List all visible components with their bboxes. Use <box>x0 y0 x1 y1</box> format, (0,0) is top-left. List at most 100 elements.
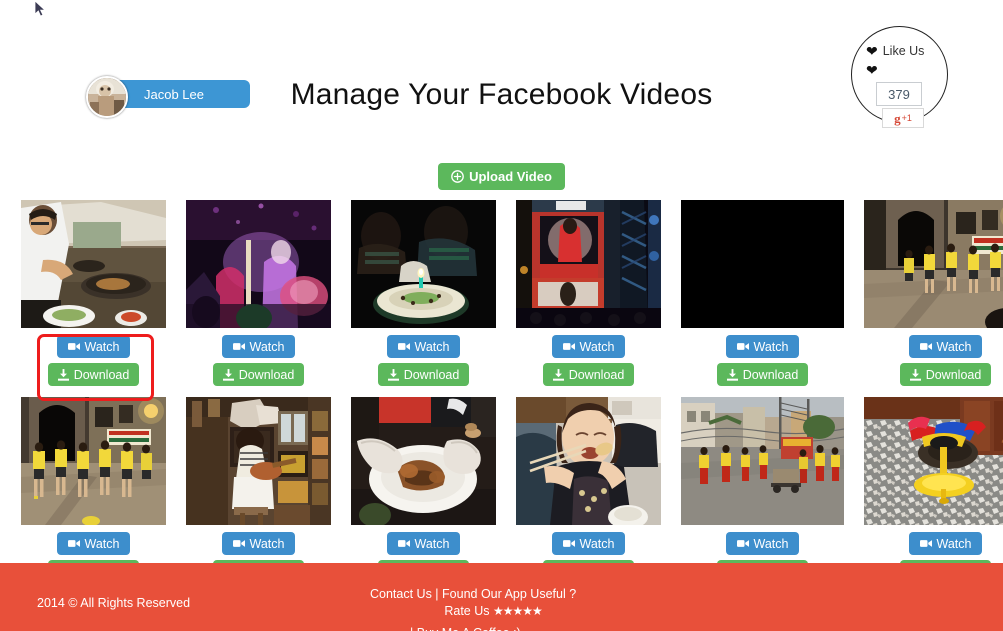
watch-label: Watch <box>84 536 120 551</box>
footer-center-block: Contact Us | Found Our App Useful ? Rate… <box>370 586 576 631</box>
video-card-street-procession-day: Watch Download <box>681 397 844 583</box>
google-plus-g-icon: g <box>894 110 901 126</box>
video-thumbnail[interactable] <box>516 397 661 525</box>
download-icon <box>726 368 738 381</box>
video-card-guitar-player-shop: Watch Download <box>186 397 331 583</box>
video-thumbnail[interactable] <box>864 200 1003 328</box>
video-row-1: Watch Download Watch Download Watch Down… <box>0 200 1003 386</box>
download-icon <box>552 368 564 381</box>
video-thumbnail[interactable] <box>351 397 496 525</box>
watch-button[interactable]: Watch <box>56 532 131 555</box>
video-card-spinning-toy-top: Watch Download <box>864 397 1003 583</box>
like-us-row[interactable]: ❤ Like Us <box>866 44 924 58</box>
video-camera-icon <box>562 539 575 548</box>
video-camera-icon <box>736 539 749 548</box>
watch-button[interactable]: Watch <box>908 335 983 358</box>
video-thumbnail[interactable] <box>186 200 331 328</box>
video-card-concert-stage-screen: Watch Download <box>516 200 661 386</box>
video-thumbnail[interactable] <box>681 200 844 328</box>
video-thumbnail[interactable] <box>681 397 844 525</box>
video-grid: Watch Download Watch Download Watch Down… <box>0 200 1003 583</box>
watch-button[interactable]: Watch <box>221 532 296 555</box>
watch-button[interactable]: Watch <box>725 532 800 555</box>
download-button[interactable]: Download <box>716 363 809 386</box>
watch-button[interactable]: Watch <box>221 335 296 358</box>
rate-us-label: Rate Us <box>444 604 490 618</box>
watch-label: Watch <box>414 339 450 354</box>
video-camera-icon <box>736 342 749 351</box>
footer-line-contact: Contact Us | Found Our App Useful ? <box>370 586 576 603</box>
footer-copyright: 2014 © All Rights Reserved <box>37 596 191 610</box>
video-camera-icon <box>397 342 410 351</box>
video-card-woman-eating-chopsticks: Watch Download <box>516 397 661 583</box>
video-thumbnail[interactable] <box>864 397 1003 525</box>
contact-us-link[interactable]: Contact Us | <box>370 587 439 601</box>
watch-button[interactable]: Watch <box>725 335 800 358</box>
video-camera-icon <box>562 342 575 351</box>
watch-label: Watch <box>579 536 615 551</box>
download-icon <box>909 368 921 381</box>
heart-icon-secondary: ❤ <box>866 62 878 78</box>
plus-circle-icon <box>451 170 464 183</box>
video-thumbnail[interactable] <box>186 397 331 525</box>
avatar[interactable] <box>86 76 128 118</box>
download-label: Download <box>73 367 130 382</box>
download-icon <box>387 368 399 381</box>
social-widget: ❤ Like Us ❤ 379 g +1 <box>851 26 948 128</box>
google-plus-one-label: +1 <box>901 112 912 123</box>
download-button[interactable]: Download <box>212 363 305 386</box>
watch-button[interactable]: Watch <box>908 532 983 555</box>
video-camera-icon <box>232 539 245 548</box>
video-actions: Watch Download <box>21 328 166 386</box>
download-button[interactable]: Download <box>899 363 992 386</box>
video-card-street-dance-night: Watch Download <box>21 397 166 583</box>
rating-stars-icon[interactable]: ★★★★★ <box>493 604 543 618</box>
watch-label: Watch <box>753 339 789 354</box>
download-label: Download <box>925 367 982 382</box>
page-header: Jacob Lee Manage Your Facebook Videos ❤ … <box>0 0 1003 150</box>
video-camera-icon <box>919 539 932 548</box>
video-actions: Watch Download <box>186 328 331 386</box>
watch-button[interactable]: Watch <box>386 532 461 555</box>
watch-button[interactable]: Watch <box>56 335 131 358</box>
video-card-night-crowd-parade: Watch Download <box>186 200 331 386</box>
download-button[interactable]: Download <box>47 363 140 386</box>
video-card-yellow-shirt-dancers: Watch Download <box>864 200 1003 386</box>
page-footer: 2014 © All Rights Reserved Contact Us | … <box>0 563 1003 631</box>
video-thumbnail[interactable] <box>516 200 661 328</box>
download-label: Download <box>238 367 295 382</box>
google-plus-one-button[interactable]: g +1 <box>882 108 924 128</box>
video-card-seafood-plate-hands: Watch Download <box>351 397 496 583</box>
video-thumbnail[interactable] <box>21 200 166 328</box>
watch-label: Watch <box>84 339 120 354</box>
like-count-bubble: 379 <box>876 82 922 106</box>
video-actions: Watch Download <box>864 328 1003 386</box>
download-button[interactable]: Download <box>542 363 635 386</box>
video-thumbnail[interactable] <box>21 397 166 525</box>
like-us-label: Like Us <box>882 44 925 58</box>
watch-button[interactable]: Watch <box>386 335 461 358</box>
video-card-street-food-cook: Watch Download <box>21 200 166 386</box>
page-root: Jacob Lee Manage Your Facebook Videos ❤ … <box>0 0 1003 631</box>
watch-label: Watch <box>249 339 285 354</box>
download-label: Download <box>568 367 625 382</box>
video-card-birthday-cake-candle: Watch Download <box>351 200 496 386</box>
video-camera-icon <box>232 342 245 351</box>
video-camera-icon <box>67 342 80 351</box>
download-icon <box>57 368 69 381</box>
watch-label: Watch <box>936 536 972 551</box>
upload-video-button[interactable]: Upload Video <box>438 163 565 190</box>
download-button[interactable]: Download <box>377 363 470 386</box>
avatar-image <box>88 78 126 116</box>
watch-label: Watch <box>936 339 972 354</box>
video-camera-icon <box>919 342 932 351</box>
watch-button[interactable]: Watch <box>551 335 626 358</box>
watch-label: Watch <box>579 339 615 354</box>
watch-button[interactable]: Watch <box>551 532 626 555</box>
video-actions: Watch Download <box>351 328 496 386</box>
heart-icon: ❤ <box>866 43 878 59</box>
download-icon <box>222 368 234 381</box>
video-thumbnail[interactable] <box>351 200 496 328</box>
video-actions: Watch Download <box>516 328 661 386</box>
buy-coffee-link[interactable]: | Buy Me A Coffee :) <box>410 625 521 631</box>
